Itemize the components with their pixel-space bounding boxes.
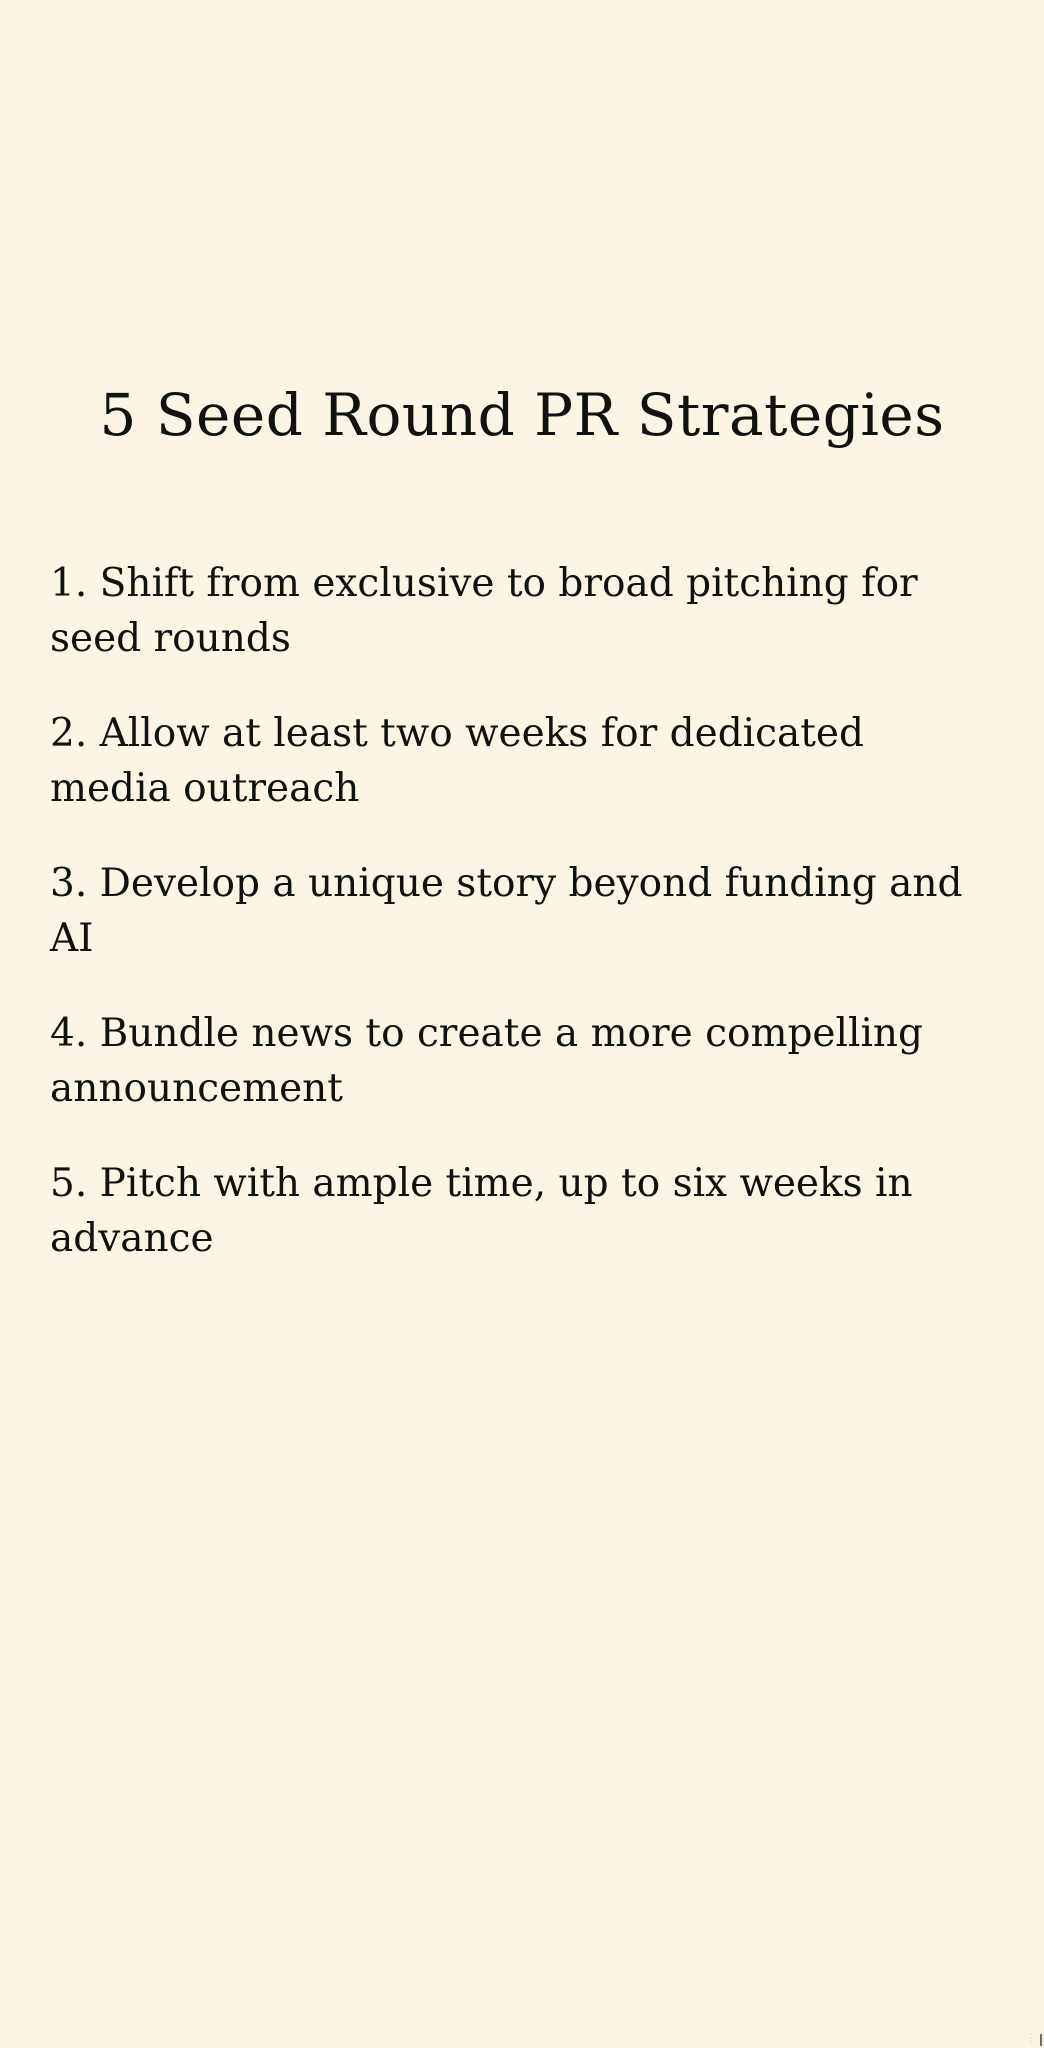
list-item: 3. Develop a unique story beyond funding…	[50, 861, 963, 961]
list-item: 1. Shift from exclusive to broad pitchin…	[50, 561, 918, 661]
page-title: 5 Seed Round PR Strategies	[99, 381, 945, 449]
document-page: 5 Seed Round PR Strategies 1. Shift from…	[0, 0, 1044, 2048]
list-item: 2. Allow at least two weeks for dedicate…	[50, 711, 864, 811]
strategy-list: 1. Shift from exclusive to broad pitchin…	[50, 556, 990, 1306]
list-item: 5. Pitch with ample time, up to six week…	[50, 1161, 913, 1261]
resize-grip-icon[interactable]: ⋮⋮	[1026, 2034, 1044, 2044]
scrollbar-thumb[interactable]	[1040, 2034, 1042, 2046]
list-item: 4. Bundle news to create a more compelli…	[50, 1011, 924, 1111]
